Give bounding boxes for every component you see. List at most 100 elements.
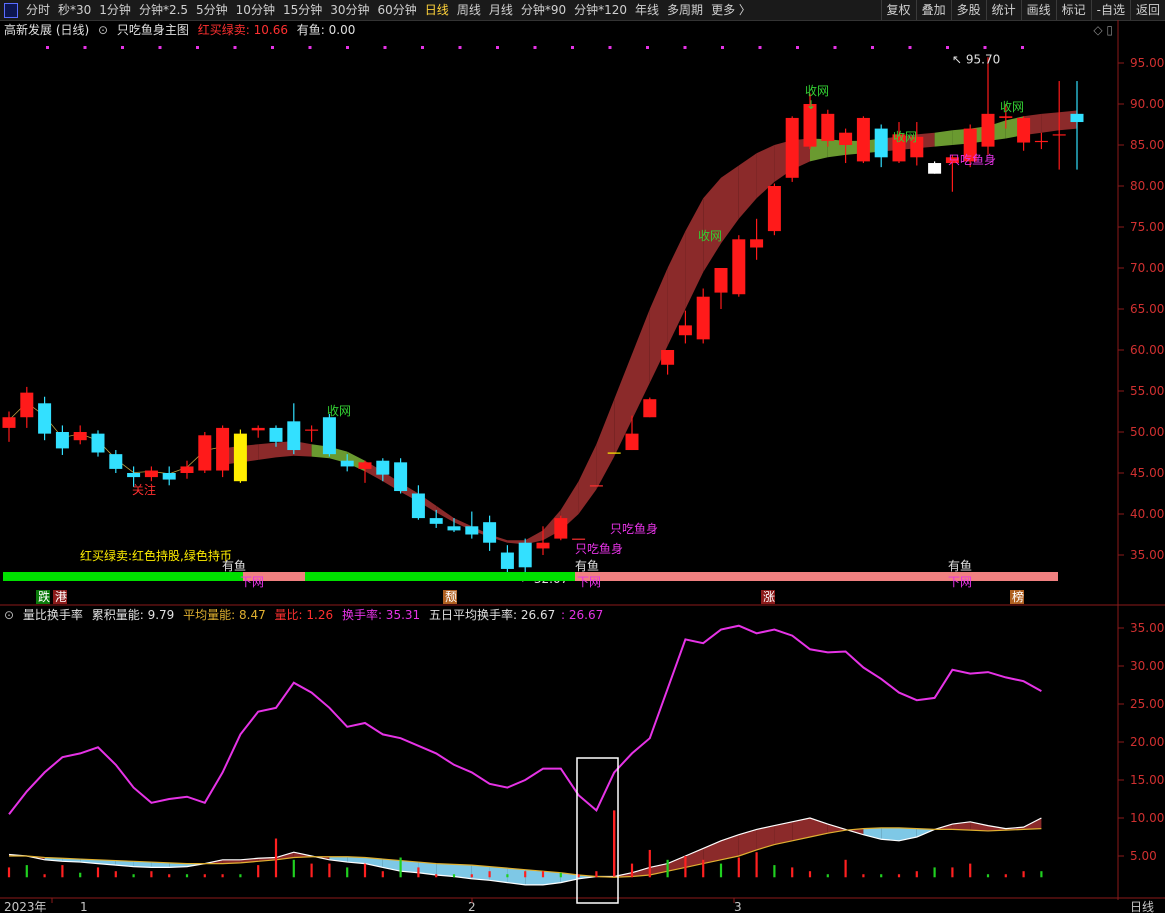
candle-body — [216, 427, 230, 471]
candle-body — [1017, 117, 1031, 143]
turnover-rate-line — [8, 624, 1042, 815]
signal-dot — [383, 46, 387, 49]
candle-body — [287, 421, 301, 451]
cloud-band-segment — [738, 153, 757, 219]
net-label: 收网 — [805, 84, 829, 98]
candle-body — [874, 128, 888, 158]
candle-body — [643, 399, 657, 418]
fish-body-label: 只吃鱼身 — [610, 521, 658, 536]
fish-body-label: 只吃鱼身 — [948, 152, 996, 167]
candle-body — [91, 433, 105, 453]
price-tick-label: 85.00 — [1130, 138, 1164, 152]
has-fish-label: 有鱼 — [222, 559, 246, 573]
signal-dot — [1021, 46, 1024, 49]
signal-dot — [533, 46, 537, 49]
candle-body — [607, 452, 621, 454]
hold-bar-green — [305, 572, 575, 581]
stock-chart[interactable]: 35.0040.0045.0050.0055.0060.0065.0070.00… — [0, 0, 1165, 913]
down-net-label: 下网 — [240, 575, 264, 589]
cum-energy: 累积量能: 9.79 — [91, 608, 175, 622]
candle-body — [981, 113, 995, 147]
panel-corner-icons: ◇ ▯ — [1093, 23, 1113, 37]
candle-body — [251, 427, 265, 431]
candle-body — [483, 522, 497, 543]
tag-label: 颓 — [445, 590, 457, 604]
candle-body — [144, 470, 158, 478]
signal-dot — [871, 46, 874, 49]
candle-body — [999, 116, 1013, 118]
candle-body — [821, 113, 835, 141]
candle-body — [358, 462, 372, 469]
signal-dot — [458, 46, 462, 49]
indicator-name[interactable]: 只吃鱼身主图 — [117, 23, 189, 37]
five-day-label: 五日平均换手率: 26.67 — [429, 608, 556, 622]
signal-dot — [121, 46, 124, 49]
vol-tick-label: 5.00 — [1130, 849, 1157, 863]
candle-body — [678, 325, 692, 336]
energy-band-segment — [881, 827, 899, 841]
avg-energy: 平均量能: 8.47 — [183, 608, 266, 622]
signal-value: 红买绿卖: 10.66 — [197, 23, 288, 37]
candle-body — [839, 132, 853, 145]
window-icon[interactable]: ▯ — [1106, 23, 1113, 37]
five-day-value: : 26.67 — [561, 608, 604, 622]
candle-body — [856, 117, 870, 162]
signal-dot — [758, 46, 762, 49]
attention-label: 关注 — [132, 482, 156, 497]
signal-dot — [721, 46, 724, 49]
candle-body — [1052, 134, 1066, 136]
candle-body — [2, 417, 16, 428]
candle-body — [127, 473, 141, 478]
fish-body-label: 只吃鱼身 — [575, 541, 623, 556]
candle-body — [447, 526, 461, 531]
fish-value: 有鱼: 0.00 — [296, 23, 356, 37]
price-tick-label: 70.00 — [1130, 261, 1164, 275]
signal-dot — [271, 46, 274, 49]
time-axis-label: 3 — [734, 900, 742, 913]
settings-icon[interactable]: ⊙ — [98, 23, 108, 37]
vol-tick-label: 25.00 — [1130, 697, 1164, 711]
candle-body — [1034, 140, 1048, 143]
vol-tick-label: 20.00 — [1130, 735, 1164, 749]
candle-body — [518, 542, 532, 568]
sub-indicator-name[interactable]: 量比换手率 — [23, 608, 83, 622]
candle-body — [572, 538, 586, 540]
net-label: 收网 — [327, 404, 351, 418]
signal-dot — [496, 46, 499, 49]
vol-tick-label: 15.00 — [1130, 773, 1164, 787]
candle-body — [376, 460, 390, 475]
signal-dot — [946, 46, 949, 49]
candle-body — [714, 268, 728, 293]
time-axis-label: 日线 — [1130, 900, 1154, 913]
down-net-label: 下网 — [948, 575, 972, 589]
price-tick-label: 60.00 — [1130, 343, 1164, 357]
vol-tick-label: 30.00 — [1130, 659, 1164, 673]
candle-body — [38, 403, 52, 434]
signal-dot — [908, 46, 912, 49]
has-fish-label: 有鱼 — [948, 559, 972, 573]
candle-body — [109, 454, 123, 469]
main-legend: 高新发展 (日线) ⊙ 只吃鱼身主图 红买绿卖: 10.66 有鱼: 0.00 — [4, 21, 360, 38]
price-tick-label: 45.00 — [1130, 466, 1164, 480]
candle-body — [340, 460, 354, 467]
signal-dot — [308, 46, 312, 49]
energy-band-segment — [471, 865, 490, 881]
price-tick-label: 40.00 — [1130, 507, 1164, 521]
sub-settings-icon[interactable]: ⊙ — [4, 608, 14, 622]
tag-label: 跌 — [38, 589, 50, 604]
signal-dot — [196, 46, 199, 49]
down-net-label: 下网 — [577, 575, 601, 589]
signal-dot — [83, 46, 87, 49]
time-axis-label: 2023年 — [4, 900, 47, 913]
candle-body — [465, 526, 479, 535]
cloud-band-segment — [596, 399, 615, 490]
price-tick-label: 50.00 — [1130, 425, 1164, 439]
candle-body — [661, 350, 675, 365]
buy-arrow-icon: ↓ — [806, 98, 816, 112]
candle-body — [411, 493, 425, 519]
candle-body — [233, 433, 247, 482]
net-label: 收网 — [1000, 100, 1024, 114]
candle-body — [500, 552, 514, 569]
diamond-icon[interactable]: ◇ — [1093, 23, 1102, 37]
candle-body — [394, 462, 408, 492]
